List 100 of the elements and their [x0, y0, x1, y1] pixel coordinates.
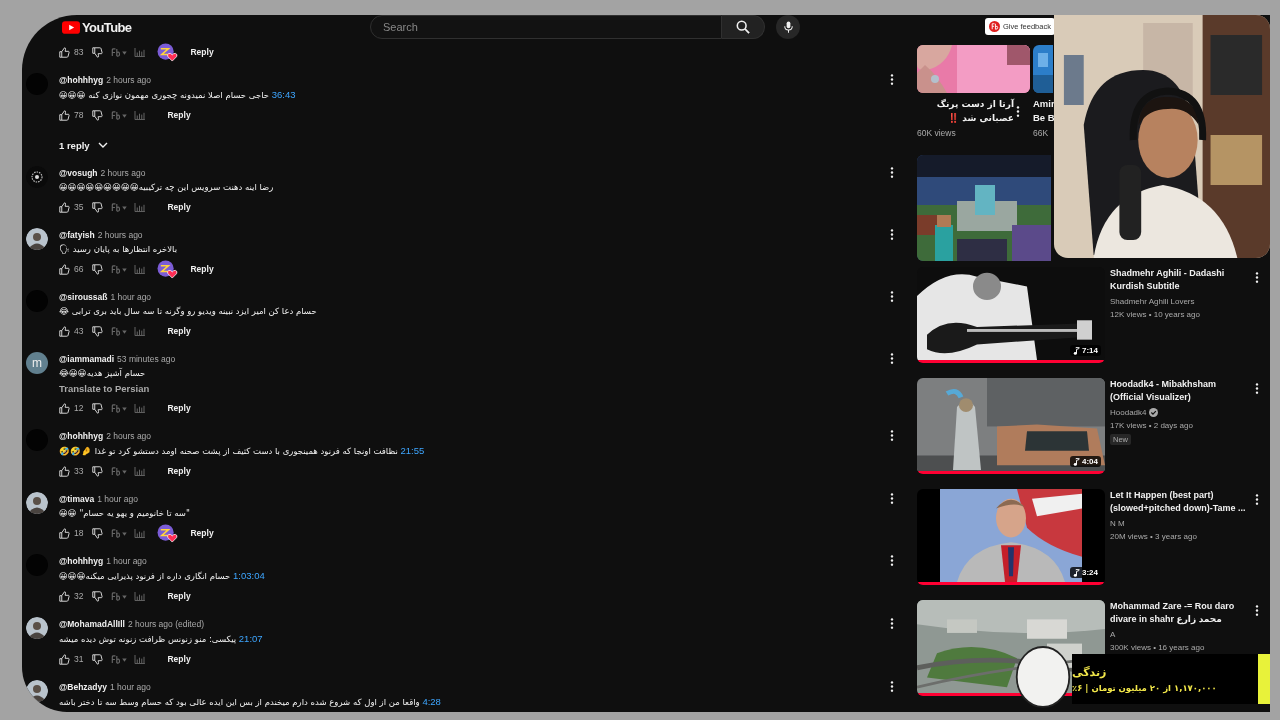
translate-link[interactable]: Translate to Persian — [59, 381, 905, 396]
more-icon[interactable] — [1255, 494, 1259, 505]
comment-author[interactable]: @iammamadi — [59, 353, 115, 364]
reply-button[interactable]: Reply — [161, 462, 197, 480]
extension-icon[interactable] — [111, 403, 129, 413]
bar-chart-icon[interactable] — [134, 47, 146, 57]
dislike-icon[interactable] — [92, 325, 104, 337]
like-icon[interactable] — [59, 201, 70, 213]
comment-author[interactable]: @hohhhyg — [59, 74, 104, 85]
comment-time[interactable]: 2 hours ago (edited) — [127, 618, 204, 629]
user-avatar[interactable] — [26, 492, 48, 514]
comment-author[interactable]: @siroussaß — [59, 291, 108, 302]
bar-chart-icon[interactable] — [134, 528, 146, 538]
more-icon[interactable] — [1255, 383, 1259, 394]
user-avatar[interactable] — [26, 228, 48, 250]
voice-search-button[interactable] — [776, 15, 800, 39]
like-icon[interactable] — [59, 527, 70, 539]
comment-author[interactable]: @fatyish — [59, 229, 95, 240]
bar-chart-icon[interactable] — [134, 264, 146, 274]
video-title[interactable]: Hoodadk4 - Mibakhsham (Official Visualizer) — [1110, 378, 1250, 404]
dislike-icon[interactable] — [92, 402, 104, 414]
like-icon[interactable] — [59, 590, 70, 602]
like-icon[interactable] — [59, 402, 70, 414]
logo-text[interactable]: YouTube — [82, 19, 132, 35]
dislike-icon[interactable] — [92, 46, 104, 58]
reply-button[interactable]: Reply — [184, 524, 220, 542]
comment-author[interactable]: @timava — [59, 493, 95, 504]
reply-button[interactable]: Reply — [184, 43, 220, 61]
reply-button[interactable]: Reply — [161, 322, 197, 340]
more-icon[interactable] — [1016, 106, 1020, 117]
channel-name[interactable]: Shadmehr Aghili Lovers — [1110, 295, 1195, 308]
user-avatar[interactable] — [26, 680, 48, 702]
more-icon[interactable] — [1255, 272, 1259, 283]
more-icon[interactable] — [890, 74, 894, 85]
video-title[interactable]: عصبانی شد ‼ — [917, 111, 1014, 125]
comment-author[interactable]: @MohamadAllIll — [59, 618, 125, 629]
dislike-icon[interactable] — [92, 590, 104, 602]
more-icon[interactable] — [890, 618, 894, 629]
like-icon[interactable] — [59, 109, 70, 121]
timestamp-link[interactable]: 21:07 — [238, 633, 263, 644]
more-icon[interactable] — [890, 493, 894, 504]
bar-chart-icon[interactable] — [134, 202, 146, 212]
extension-icon[interactable] — [111, 326, 129, 336]
channel-name[interactable]: N M — [1110, 517, 1125, 530]
user-avatar[interactable] — [26, 617, 48, 639]
bar-chart-icon[interactable] — [134, 654, 146, 664]
more-icon[interactable] — [890, 681, 894, 692]
reply-button[interactable]: Reply — [184, 260, 220, 278]
comment-author[interactable]: @hohhhyg — [59, 430, 104, 441]
bar-chart-icon[interactable] — [134, 326, 146, 336]
comment-time[interactable]: 2 hours ago — [106, 74, 152, 85]
comment-author[interactable]: @vosugh — [59, 167, 98, 178]
like-icon[interactable] — [59, 325, 70, 337]
timestamp-link[interactable]: 1:03:04 — [233, 570, 265, 581]
comment-time[interactable]: 1 hour ago — [110, 681, 151, 692]
extension-icon[interactable] — [111, 110, 129, 120]
video-title[interactable]: آرتا از دست پرنگ — [917, 97, 1014, 111]
more-icon[interactable] — [890, 167, 894, 178]
like-icon[interactable] — [59, 46, 70, 58]
video-title[interactable]: Shadmehr Aghili - Dadashi Kurdish Subtitle — [1110, 267, 1250, 293]
timestamp-link[interactable]: 4:28 — [422, 696, 441, 707]
dislike-icon[interactable] — [92, 201, 104, 213]
reply-button[interactable]: Reply — [161, 399, 197, 417]
comment-author[interactable]: @Behzadyy — [59, 681, 107, 692]
extension-icon[interactable] — [111, 264, 129, 274]
more-icon[interactable] — [890, 353, 894, 364]
comment-time[interactable]: 1 hour ago — [106, 555, 147, 566]
replies-toggle[interactable]: 1 reply — [59, 134, 108, 156]
bar-chart-icon[interactable] — [134, 403, 146, 413]
more-icon[interactable] — [890, 555, 894, 566]
channel-name[interactable]: A — [1110, 628, 1116, 641]
extension-icon[interactable] — [111, 654, 129, 664]
video-title[interactable]: Amir — [1033, 97, 1053, 111]
timestamp-link[interactable]: 21:55 — [400, 445, 425, 456]
bar-chart-icon[interactable] — [134, 110, 146, 120]
reply-button[interactable]: Reply — [161, 587, 197, 605]
dislike-icon[interactable] — [92, 465, 104, 477]
extension-icon[interactable] — [111, 47, 129, 57]
comment-time[interactable]: 2 hours ago — [106, 430, 152, 441]
video-title[interactable]: Mohammad Zare -= Rou daro divare in shahr محمد زارع — [1110, 600, 1250, 626]
comment-time[interactable]: 1 hour ago — [110, 291, 152, 302]
youtube-logo-icon[interactable] — [62, 20, 80, 34]
like-icon[interactable] — [59, 653, 70, 665]
video-title[interactable]: Be B — [1033, 111, 1053, 125]
reply-button[interactable]: Reply — [161, 106, 197, 124]
comment-time[interactable]: 2 hours ago — [100, 167, 146, 178]
dislike-icon[interactable] — [92, 653, 104, 665]
user-avatar[interactable]: m — [26, 352, 48, 374]
bar-chart-icon[interactable] — [134, 466, 146, 476]
dislike-icon[interactable] — [92, 527, 104, 539]
comment-author[interactable]: @hohhhyg — [59, 555, 104, 566]
extension-icon[interactable] — [111, 466, 129, 476]
search-field[interactable]: Search — [370, 15, 722, 39]
comment-time[interactable]: 1 hour ago — [97, 493, 138, 504]
more-icon[interactable] — [890, 229, 894, 240]
like-icon[interactable] — [59, 465, 70, 477]
bar-chart-icon[interactable] — [134, 591, 146, 601]
dislike-icon[interactable] — [92, 263, 104, 275]
more-icon[interactable] — [1255, 605, 1259, 616]
search-button[interactable] — [722, 15, 765, 39]
